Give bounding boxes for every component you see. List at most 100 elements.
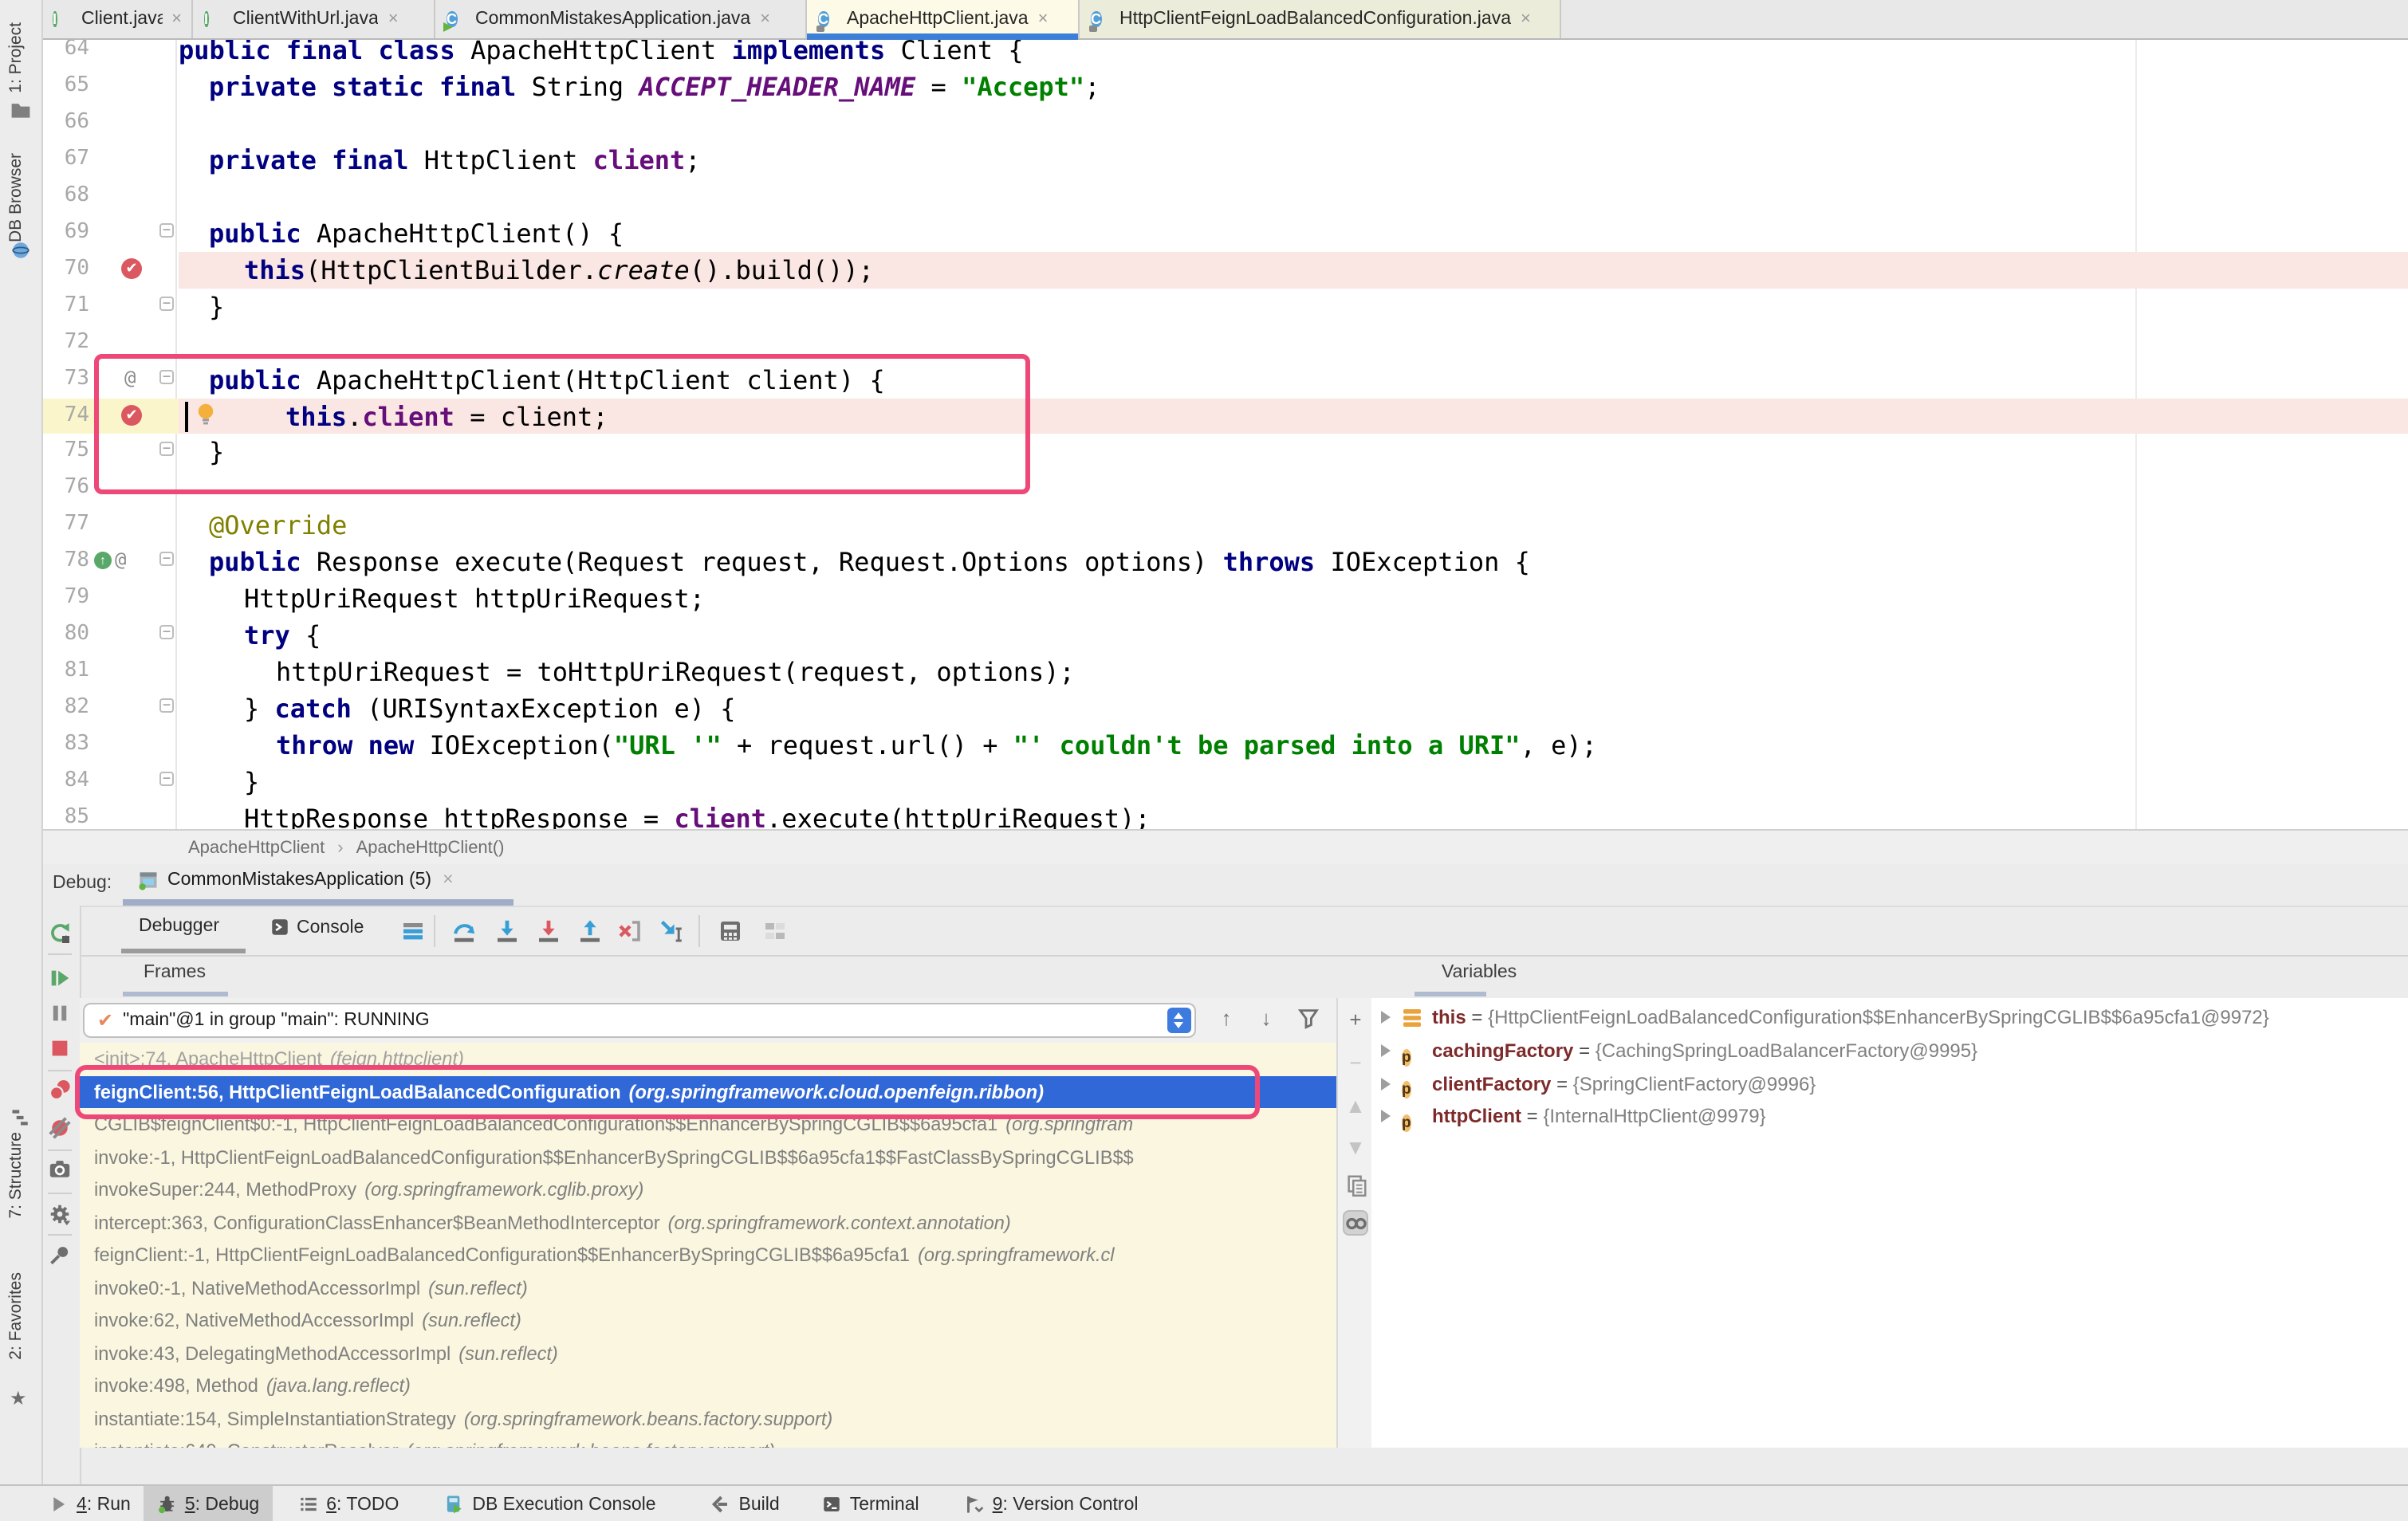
copy-value-button[interactable] (1343, 1173, 1368, 1199)
close-icon[interactable]: × (171, 10, 182, 29)
stack-frame-row[interactable]: feignClient:56, HttpClientFeignLoadBalan… (80, 1075, 1336, 1108)
code-text[interactable]: private static final String ACCEPT_HEADE… (209, 72, 1100, 102)
code-text[interactable]: httpUriRequest = toHttpUriRequest(reques… (276, 657, 1075, 687)
breadcrumb-method[interactable]: ApacheHttpClient() (356, 839, 505, 858)
statusbar-item-6-todo[interactable]: 6: TODO (285, 1486, 411, 1521)
code-text[interactable]: this(HttpClientBuilder.create().build())… (244, 254, 874, 285)
statusbar-item-build[interactable]: Build (698, 1486, 793, 1521)
show-execution-point-icon[interactable] (400, 918, 426, 944)
editor-tab-clientwithurl-java[interactable]: IClientWithUrl.java× (193, 0, 435, 38)
stack-frame-row[interactable]: invoke0:-1, NativeMethodAccessorImpl(sun… (80, 1271, 1336, 1304)
sidebar-item----favorites[interactable]: 2: Favorites (6, 1272, 26, 1360)
tab-console[interactable]: Console (270, 917, 364, 937)
code-text[interactable]: } (209, 438, 224, 468)
expand-chevron-icon[interactable] (1381, 1044, 1391, 1057)
statusbar-item-5-debug[interactable]: 5: Debug (144, 1486, 272, 1521)
code-editor[interactable]: 64public final class ApacheHttpClient im… (41, 38, 2408, 829)
pause-program-button[interactable] (48, 1001, 72, 1025)
thread-selector-spinner[interactable] (1167, 1008, 1191, 1033)
pin-tab-button[interactable] (48, 1244, 72, 1268)
code-text[interactable]: @Override (209, 511, 347, 541)
evaluate-expression-icon[interactable] (718, 918, 743, 944)
mute-breakpoints-button[interactable] (48, 1116, 72, 1140)
tab-debugger[interactable]: Debugger (139, 917, 219, 936)
code-text[interactable]: HttpUriRequest httpUriRequest; (244, 584, 705, 615)
next-frame-button[interactable]: ↓ (1253, 1006, 1279, 1032)
variable-row-clientFactory[interactable]: pclientFactory = {SpringClientFactory@99… (1371, 1067, 2408, 1100)
run-to-cursor-icon[interactable] (659, 918, 684, 944)
fold-end-marker-icon[interactable]: − (159, 698, 174, 713)
editor-tab-commonmistakesapplication-java[interactable]: CCommonMistakesApplication.java× (435, 0, 807, 38)
rerun-button[interactable] (48, 922, 72, 945)
editor-tab-apachehttpclient-java[interactable]: CApacheHttpClient.java× (807, 0, 1080, 38)
add-watch-button[interactable]: + (1343, 1008, 1368, 1033)
resume-program-button[interactable] (48, 966, 72, 990)
variables-panel-title[interactable]: Variables (1442, 963, 1517, 982)
code-text[interactable]: public final class ApacheHttpClient impl… (179, 38, 1024, 65)
code-text[interactable]: } catch (URISyntaxException e) { (244, 694, 736, 724)
code-text[interactable]: } (244, 767, 259, 797)
code-text[interactable]: throw new IOException("URL '" + request.… (276, 730, 1597, 760)
code-text[interactable]: private final HttpClient client; (209, 145, 701, 175)
stack-frame-row[interactable]: invoke:43, DelegatingMethodAccessorImpl(… (80, 1337, 1336, 1370)
stack-frame-row[interactable]: invoke:-1, HttpClientFeignLoadBalancedCo… (80, 1141, 1336, 1173)
get-thread-dump-button[interactable] (48, 1157, 72, 1181)
show-watches-toggle[interactable] (1343, 1210, 1368, 1236)
stack-frame-row[interactable]: feignClient:-1, HttpClientFeignLoadBalan… (80, 1239, 1336, 1271)
thread-selector[interactable]: ✔ "main"@1 in group "main": RUNNING (83, 1003, 1196, 1038)
stack-frame-row[interactable]: intercept:363, ConfigurationClassEnhance… (80, 1206, 1336, 1239)
fold-end-marker-icon[interactable]: − (159, 296, 174, 310)
fold-marker-icon[interactable]: − (159, 369, 174, 383)
step-into-icon[interactable] (494, 918, 520, 944)
force-step-into-icon[interactable] (536, 918, 561, 944)
editor-tab-httpclientfeignloadbalancedconfiguration-java[interactable]: CHttpClientFeignLoadBalancedConfiguratio… (1080, 0, 1561, 38)
variable-row-this[interactable]: this = {HttpClientFeignLoadBalancedConfi… (1371, 1001, 2408, 1034)
breadcrumb-class[interactable]: ApacheHttpClient (188, 839, 325, 858)
view-breakpoints-button[interactable] (48, 1078, 72, 1102)
expand-chevron-icon[interactable] (1381, 1110, 1391, 1123)
restore-layout-icon[interactable] (762, 918, 788, 944)
breakpoint-icon[interactable]: ✔ (121, 257, 142, 278)
sidebar-item----project[interactable]: 1: Project (6, 22, 26, 93)
fold-end-marker-icon[interactable]: − (159, 772, 174, 786)
close-icon[interactable]: × (443, 871, 453, 890)
fold-marker-icon[interactable]: − (159, 552, 174, 567)
editor-tab-client-java[interactable]: IClient.java× (41, 0, 193, 38)
stack-frame-row[interactable]: <init>:74, ApacheHttpClient(feign.httpcl… (80, 1043, 1336, 1075)
stack-frame-row[interactable]: instantiate:154, SimpleInstantiationStra… (80, 1402, 1336, 1435)
fold-end-marker-icon[interactable]: − (159, 442, 174, 457)
variable-row-cachingFactory[interactable]: pcachingFactory = {CachingSpringLoadBala… (1371, 1034, 2408, 1067)
stack-frame-row[interactable]: invoke:498, Method(java.lang.reflect) (80, 1370, 1336, 1402)
code-text[interactable]: public Response execute(Request request,… (209, 548, 1530, 578)
filter-frames-icon[interactable] (1295, 1006, 1320, 1032)
debug-session-tab[interactable]: CommonMistakesApplication (5) × (137, 869, 454, 891)
variable-row-httpClient[interactable]: phttpClient = {InternalHttpClient@9979} (1371, 1100, 2408, 1133)
stack-frame-row[interactable]: CGLIB$feignClient$0:-1, HttpClientFeignL… (80, 1108, 1336, 1141)
code-text[interactable]: public ApacheHttpClient(HttpClient clien… (209, 364, 885, 395)
sidebar-item-db-browser[interactable]: DB Browser (6, 153, 26, 242)
code-text[interactable]: try { (244, 620, 321, 650)
code-text[interactable]: HttpResponse httpResponse = client.execu… (244, 804, 1151, 829)
frames-panel-title[interactable]: Frames (144, 963, 206, 982)
close-icon[interactable]: × (760, 10, 770, 29)
code-text[interactable]: } (209, 291, 224, 321)
expand-chevron-icon[interactable] (1381, 1012, 1391, 1024)
intention-bulb-icon[interactable] (195, 401, 217, 426)
step-out-icon[interactable] (577, 918, 603, 944)
statusbar-item-db-execution-console[interactable]: DB Execution Console (431, 1486, 668, 1521)
code-text[interactable]: public ApacheHttpClient() { (209, 218, 624, 249)
settings-button[interactable] (48, 1202, 72, 1226)
breakpoint-icon[interactable]: ✔ (121, 404, 142, 425)
expand-chevron-icon[interactable] (1381, 1077, 1391, 1090)
statusbar-item-4-run[interactable]: 4: Run (35, 1486, 144, 1521)
statusbar-item-terminal[interactable]: Terminal (809, 1486, 932, 1521)
drop-frame-icon[interactable] (617, 918, 643, 944)
fold-marker-icon[interactable]: − (159, 625, 174, 639)
fold-marker-icon[interactable]: − (159, 223, 174, 238)
stack-frame-row[interactable]: invoke:62, NativeMethodAccessorImpl(sun.… (80, 1304, 1336, 1337)
overrides-method-icon[interactable]: ↑ (94, 552, 112, 570)
step-over-icon[interactable] (451, 918, 477, 944)
close-icon[interactable]: × (1038, 10, 1049, 29)
stack-frame-row[interactable]: instantiate:640, ConstructorResolver(org… (80, 1435, 1336, 1448)
stop-button[interactable] (48, 1036, 72, 1060)
